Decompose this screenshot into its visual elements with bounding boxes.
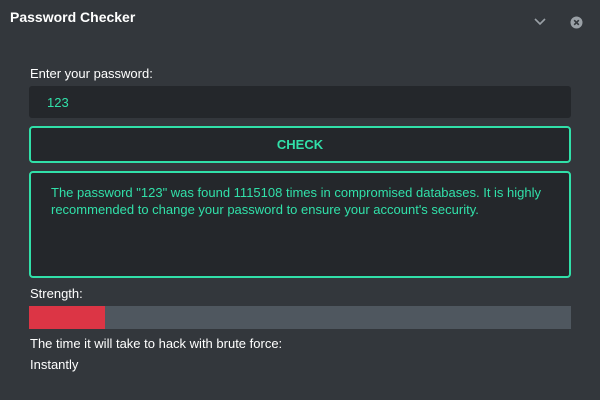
password-label: Enter your password: [30,66,153,81]
brute-force-label: The time it will take to hack with brute… [30,336,283,351]
strength-label: Strength: [30,286,83,301]
strength-bar-fill [29,306,105,329]
close-icon [570,16,582,28]
chevron-down-icon [534,18,546,26]
window-title: Password Checker [10,9,136,25]
brute-force-time: Instantly [30,357,79,372]
check-button[interactable]: CHECK [29,126,571,163]
minimize-button[interactable] [532,14,548,30]
result-message: The password "123" was found 1115108 tim… [51,185,542,217]
result-message-box: The password "123" was found 1115108 tim… [29,171,571,278]
title-bar: Password Checker [0,0,600,36]
close-button[interactable] [568,14,584,30]
strength-bar [29,306,571,329]
password-input[interactable] [29,86,571,118]
